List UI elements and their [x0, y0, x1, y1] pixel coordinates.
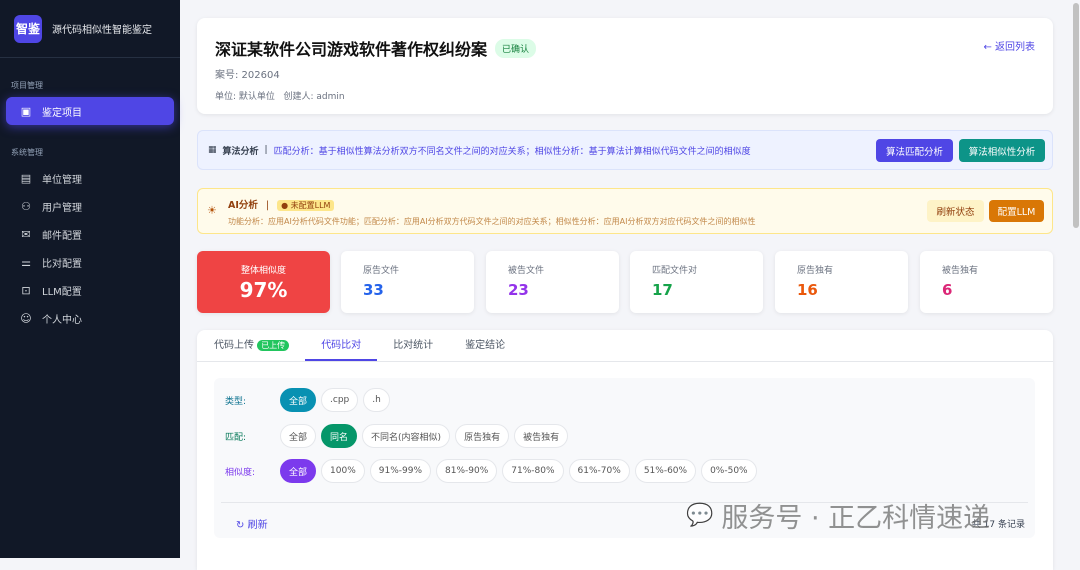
- lightbulb-icon: ☀: [207, 204, 217, 217]
- sidebar-item-users[interactable]: ⚇ 用户管理: [6, 192, 174, 220]
- sidebar-item-llm[interactable]: ⊡ LLM配置: [6, 276, 174, 304]
- llm-status-badge: ● 未配置LLM: [277, 200, 335, 211]
- algo-match-button[interactable]: 算法匹配分析: [876, 139, 953, 162]
- algo-similarity-button[interactable]: 算法相似性分析: [959, 139, 1045, 162]
- watermark-text: 服务号 · 正乙科情速递: [721, 503, 991, 534]
- similarity-chip[interactable]: 100%: [321, 459, 365, 483]
- back-link[interactable]: ← 返回列表: [983, 38, 1035, 53]
- app-title: 源代码相似性智能鉴定: [52, 25, 152, 36]
- stat-label: 原告文件: [363, 266, 400, 276]
- match-chip[interactable]: 同名: [321, 424, 358, 448]
- case-header: 深证某软件公司游戏软件著作权纠纷案 已确认 案号: 202604 单位: 默认单位…: [197, 18, 1053, 114]
- match-chip[interactable]: 原告独有: [455, 424, 510, 448]
- separator: |: [265, 200, 270, 211]
- similarity-chip[interactable]: 81%-90%: [436, 459, 498, 483]
- tab-stats[interactable]: 比对统计: [393, 330, 433, 361]
- unit: 单位: 默认单位: [215, 92, 275, 102]
- algo-title: 算法分析: [222, 146, 259, 157]
- type-chip[interactable]: 全部: [280, 388, 317, 412]
- sidebar-item-compare-config[interactable]: ⚌ 比对配置: [6, 248, 174, 276]
- sidebar-item-label: 鉴定项目: [42, 107, 82, 119]
- tab-compare[interactable]: 代码比对: [305, 330, 378, 361]
- type-chip[interactable]: .h: [363, 388, 390, 412]
- sidebar-item-mail[interactable]: ✉ 邮件配置: [6, 220, 174, 248]
- similarity-chip[interactable]: 71%-80%: [502, 459, 564, 483]
- refresh-status-button[interactable]: 刷新状态: [927, 200, 984, 222]
- stat-value: 97%: [239, 278, 288, 302]
- sliders-icon: ⚌: [21, 255, 31, 269]
- users-icon: ⚇: [21, 199, 31, 213]
- sidebar-item-label: 单位管理: [42, 174, 82, 186]
- similarity-label: 相似度:: [225, 467, 256, 478]
- section-label: 项目管理: [11, 81, 43, 90]
- stat-label: 被告文件: [508, 266, 545, 276]
- match-chip[interactable]: 被告独有: [514, 424, 569, 448]
- uploaded-badge: 已上传: [257, 340, 290, 351]
- similarity-chip[interactable]: 91%-99%: [369, 459, 432, 483]
- type-label: 类型:: [225, 396, 247, 407]
- ai-title: AI分析: [228, 200, 258, 211]
- sidebar-item-label: 个人中心: [42, 314, 82, 326]
- sidebar-item-profile[interactable]: ☺ 个人中心: [6, 304, 174, 332]
- watermark: 💬 服务号 · 正乙科情速递: [686, 496, 990, 535]
- stat-label: 被告独有: [942, 266, 979, 276]
- tab-conclusion[interactable]: 鉴定结论: [465, 330, 505, 361]
- refresh-icon: ↻: [236, 520, 245, 531]
- stat-defendant-unique: 被告独有 6: [920, 251, 1053, 313]
- sidebar-item-label: 邮件配置: [42, 230, 82, 242]
- configure-llm-button[interactable]: 配置LLM: [989, 200, 1044, 222]
- similarity-chip[interactable]: 全部: [280, 459, 317, 483]
- algo-desc: 匹配分析：基于相似性算法分析双方不同名文件之间的对应关系；相似性分析：基于算法计…: [273, 146, 751, 157]
- stat-label: 整体相似度: [240, 266, 286, 276]
- type-chip[interactable]: .cpp: [321, 388, 359, 412]
- sidebar-item-label: 用户管理: [42, 202, 82, 214]
- similarity-chip[interactable]: 0%-50%: [701, 459, 757, 483]
- refresh-button[interactable]: ↻ 刷新: [236, 516, 268, 531]
- similarity-chip[interactable]: 51%-60%: [634, 459, 697, 483]
- stat-value: 23: [508, 281, 529, 299]
- mail-icon: ✉: [21, 227, 31, 241]
- scrollbar[interactable]: [1073, 3, 1079, 228]
- grid-icon: ▦: [208, 145, 217, 155]
- separator: |: [264, 145, 268, 155]
- tab-label: 代码上传: [214, 340, 254, 351]
- stat-label: 原告独有: [797, 266, 834, 276]
- stat-value: 16: [797, 281, 818, 299]
- page-title: 深证某软件公司游戏软件著作权纠纷案: [215, 40, 488, 59]
- user-icon: ☺: [20, 311, 32, 325]
- logo: 智鉴 源代码相似性智能鉴定: [0, 0, 180, 58]
- sidebar-item-units[interactable]: ▤ 单位管理: [6, 164, 174, 192]
- match-chip[interactable]: 不同名(内容相似): [362, 424, 451, 448]
- logo-mark: 智鉴: [14, 14, 42, 43]
- building-icon: ▤: [20, 171, 32, 185]
- algorithm-panel: ▦ 算法分析 | 匹配分析：基于相似性算法分析双方不同名文件之间的对应关系；相似…: [197, 130, 1053, 170]
- case-number: 案号: 202604: [215, 70, 280, 81]
- match-chip[interactable]: 全部: [280, 424, 317, 448]
- stat-matched-pairs: 匹配文件对 17: [630, 251, 763, 313]
- refresh-label: 刷新: [247, 520, 268, 531]
- tab-upload[interactable]: 代码上传 已上传: [214, 330, 290, 361]
- stat-overall-similarity: 整体相似度 97%: [197, 251, 330, 313]
- robot-icon: ⊡: [21, 283, 31, 297]
- stat-defendant-files: 被告文件 23: [486, 251, 619, 313]
- main: 深证某软件公司游戏软件著作权纠纷案 已确认 案号: 202604 单位: 默认单位…: [180, 0, 1072, 570]
- status-badge: 已确认: [495, 39, 537, 58]
- similarity-chip[interactable]: 61%-70%: [568, 459, 630, 483]
- stat-plaintiff-unique: 原告独有 16: [775, 251, 908, 313]
- stat-value: 6: [942, 281, 953, 299]
- sidebar-item-projects[interactable]: ▣ 鉴定项目: [6, 97, 174, 125]
- wechat-icon: 💬: [686, 503, 714, 528]
- stat-value: 33: [363, 281, 384, 299]
- section-label: 系统管理: [11, 148, 43, 157]
- match-label: 匹配:: [225, 432, 247, 443]
- stat-plaintiff-files: 原告文件 33: [341, 251, 474, 313]
- folder-icon: ▣: [20, 104, 32, 118]
- stat-value: 17: [652, 281, 673, 299]
- sidebar-item-label: LLM配置: [42, 286, 82, 298]
- sidebar: 智鉴 源代码相似性智能鉴定 项目管理 ▣ 鉴定项目 系统管理 ▤ 单位管理 ⚇ 用户管理…: [0, 0, 180, 558]
- ai-panel: ☀ AI分析 | ● 未配置LLM 功能分析：应用AI分析代码文件功能；匹配分析：应…: [197, 188, 1053, 234]
- sidebar-item-label: 比对配置: [42, 258, 82, 270]
- stat-label: 匹配文件对: [652, 266, 698, 276]
- creator: 创建人: admin: [283, 92, 345, 102]
